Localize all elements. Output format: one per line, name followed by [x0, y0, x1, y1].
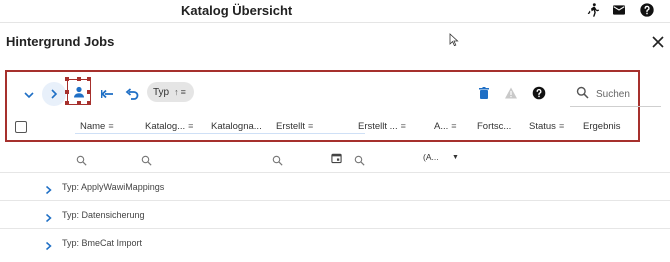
search-icon[interactable] — [272, 153, 283, 166]
column-label: Fortsc... — [477, 121, 512, 132]
resize-handle — [87, 90, 91, 94]
group-row[interactable]: Typ: Datensicherung — [0, 200, 670, 229]
filter-icon[interactable]: ≡ — [451, 121, 456, 131]
column-header-erstellt[interactable]: Erstellt ≡ — [276, 121, 313, 132]
group-label: Typ: ApplyWawiMappings — [62, 182, 165, 192]
column-header-fortschritt[interactable]: Fortsc... — [477, 121, 511, 132]
column-label: Erstellt ... — [358, 121, 398, 132]
chevron-right-icon[interactable] — [44, 238, 53, 251]
column-header-a[interactable]: A... ≡ — [434, 121, 457, 132]
column-header-ergebnis[interactable]: Ergebnis — [583, 121, 621, 132]
column-label: Status — [529, 121, 556, 132]
search-icon[interactable] — [354, 153, 365, 166]
resize-handle — [65, 90, 69, 94]
filter-icon[interactable]: ≡ — [308, 121, 313, 131]
column-label: Katalogna... — [211, 121, 262, 132]
filter-icon[interactable]: ≡ — [401, 121, 406, 131]
resize-handle — [87, 77, 91, 81]
app-bar: Katalog Übersicht — [0, 0, 670, 23]
resize-handle — [65, 77, 69, 81]
group-chip-typ[interactable]: Typ ↑ ≡ — [147, 82, 194, 102]
chevron-right-icon[interactable] — [44, 210, 53, 223]
resize-handle — [65, 101, 69, 105]
app-title: Katalog Übersicht — [181, 3, 293, 18]
dialog-title: Hintergrund Jobs — [6, 34, 115, 49]
warning-icon[interactable] — [500, 82, 522, 104]
help-icon[interactable] — [639, 2, 655, 18]
group-label: Typ: BmeCat Import — [62, 238, 143, 248]
help-circle-icon[interactable] — [528, 82, 550, 104]
dropdown-caret-icon[interactable]: ▼ — [452, 154, 459, 161]
resize-handle — [77, 101, 81, 105]
group-row[interactable]: Typ: BmeCat Import — [0, 228, 670, 257]
filter-icon[interactable]: ≡ — [181, 87, 186, 97]
column-header-erstellt-von[interactable]: Erstellt ... ≡ — [358, 121, 406, 132]
chevron-right-icon[interactable] — [44, 182, 53, 195]
arrow-left-icon[interactable] — [96, 83, 118, 105]
expand-all-button[interactable] — [18, 84, 40, 106]
search-box[interactable] — [570, 81, 662, 107]
filter-icon[interactable]: ≡ — [559, 121, 564, 131]
search-icon — [576, 86, 589, 99]
column-label: A... — [434, 121, 449, 132]
search-input[interactable] — [594, 84, 662, 104]
mouse-cursor-icon — [449, 33, 459, 47]
column-label: Erstellt — [276, 121, 306, 132]
sort-ascending-icon[interactable]: ↑ — [174, 87, 179, 97]
filter-icon[interactable]: ≡ — [188, 121, 193, 131]
search-icon[interactable] — [141, 153, 152, 166]
group-row[interactable]: Typ: ApplyWawiMappings — [0, 172, 670, 201]
resize-handle — [77, 77, 81, 81]
filter-icon[interactable]: ≡ — [108, 121, 113, 131]
undo-icon[interactable] — [121, 83, 143, 105]
calendar-icon[interactable] — [331, 151, 342, 164]
column-header-katalog[interactable]: Katalog... ≡ — [145, 121, 193, 132]
column-label: Katalog... — [145, 121, 186, 132]
select-all-checkbox[interactable] — [15, 121, 27, 133]
group-label: Typ: Datensicherung — [62, 210, 145, 220]
column-header-katalogname[interactable]: Katalogna... — [211, 121, 262, 132]
search-icon[interactable] — [76, 153, 87, 166]
mail-icon[interactable] — [611, 2, 627, 18]
group-chip-label: Typ — [153, 86, 170, 98]
person-filter-button[interactable] — [65, 77, 91, 105]
close-icon[interactable] — [651, 35, 665, 49]
delete-icon[interactable] — [473, 82, 495, 104]
status-filter-select[interactable]: (A... — [423, 152, 439, 162]
resize-handle — [87, 101, 91, 105]
column-header-name[interactable]: Name ≡ — [80, 121, 114, 132]
runner-icon[interactable] — [585, 2, 601, 18]
column-label: Ergebnis — [583, 121, 621, 132]
collapse-all-button[interactable] — [42, 82, 66, 106]
header-underline — [75, 133, 365, 134]
column-label: Name — [80, 121, 106, 132]
column-header-status[interactable]: Status ≡ — [529, 121, 564, 132]
